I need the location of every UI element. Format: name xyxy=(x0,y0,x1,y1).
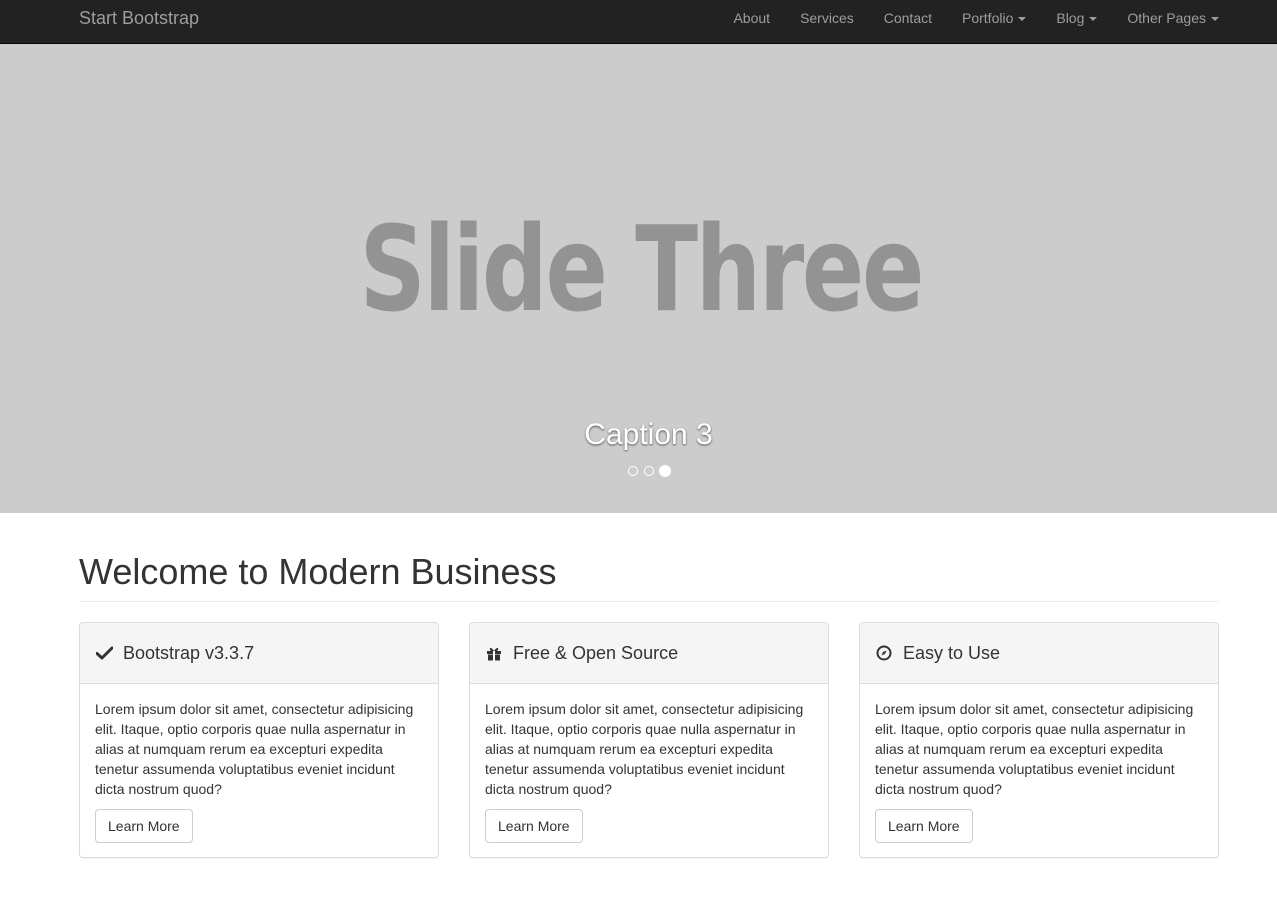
nav-item-label: Blog xyxy=(1056,10,1085,26)
panel-heading: Bootstrap v3.3.7 xyxy=(80,623,438,684)
slide-image-text: Slide Three xyxy=(359,200,925,338)
learn-more-button[interactable]: Learn More xyxy=(485,809,583,843)
feature-panel: Free & Open Source Lorem ipsum dolor sit… xyxy=(469,622,829,858)
panel-heading: Easy to Use xyxy=(860,623,1218,684)
carousel[interactable]: Slide Three Caption 3 xyxy=(0,44,1277,513)
brand-link[interactable]: Start Bootstrap xyxy=(79,0,199,36)
nav-item-label: About xyxy=(733,10,771,26)
caret-down-icon xyxy=(1018,17,1027,21)
caret-down-icon xyxy=(1089,17,1098,21)
gift-icon xyxy=(485,644,503,662)
feature-panel: Easy to Use Lorem ipsum dolor sit amet, … xyxy=(859,622,1219,858)
panel-body: Lorem ipsum dolor sit amet, consectetur … xyxy=(470,684,828,858)
carousel-indicator-3[interactable] xyxy=(658,465,671,477)
carousel-indicator-1[interactable] xyxy=(627,466,638,476)
nav-item-other-pages[interactable]: Other Pages xyxy=(1127,0,1219,36)
nav-menu: About Services Contact Portfolio Blog Ot… xyxy=(703,0,1219,36)
compass-icon xyxy=(875,644,893,662)
navbar: Start Bootstrap About Services Contact P… xyxy=(0,0,1277,44)
panel-text: Lorem ipsum dolor sit amet, consectetur … xyxy=(485,701,804,797)
nav-item-contact[interactable]: Contact xyxy=(884,0,932,36)
panel-text: Lorem ipsum dolor sit amet, consectetur … xyxy=(875,701,1194,797)
nav-item-portfolio[interactable]: Portfolio xyxy=(962,0,1027,36)
nav-item-about[interactable]: About xyxy=(733,0,770,36)
nav-item-label: Contact xyxy=(883,10,932,26)
panel-title: Bootstrap v3.3.7 xyxy=(123,642,255,663)
nav-item-label: Other Pages xyxy=(1127,10,1206,26)
page-title: Welcome to Modern Business xyxy=(79,551,557,592)
panel-body: Lorem ipsum dolor sit amet, consectetur … xyxy=(860,684,1218,858)
check-icon xyxy=(95,644,113,662)
carousel-indicator-2[interactable] xyxy=(643,466,654,476)
learn-more-button[interactable]: Learn More xyxy=(875,809,973,843)
page-header: Welcome to Modern Business xyxy=(79,550,1219,602)
feature-panel: Bootstrap v3.3.7 Lorem ipsum dolor sit a… xyxy=(79,622,439,858)
panel-text: Lorem ipsum dolor sit amet, consectetur … xyxy=(95,701,414,797)
panel-heading: Free & Open Source xyxy=(470,623,828,684)
panel-title: Easy to Use xyxy=(903,642,1001,663)
nav-item-services[interactable]: Services xyxy=(800,0,854,36)
panel-body: Lorem ipsum dolor sit amet, consectetur … xyxy=(80,684,438,858)
nav-item-label: Services xyxy=(800,10,854,26)
learn-more-button[interactable]: Learn More xyxy=(95,809,193,843)
panel-title: Free & Open Source xyxy=(513,642,679,663)
nav-item-label: Portfolio xyxy=(962,10,1014,26)
carousel-indicators xyxy=(0,465,1277,477)
carousel-caption: Caption 3 xyxy=(584,418,713,451)
nav-item-blog[interactable]: Blog xyxy=(1056,0,1098,36)
caret-down-icon xyxy=(1211,17,1219,21)
